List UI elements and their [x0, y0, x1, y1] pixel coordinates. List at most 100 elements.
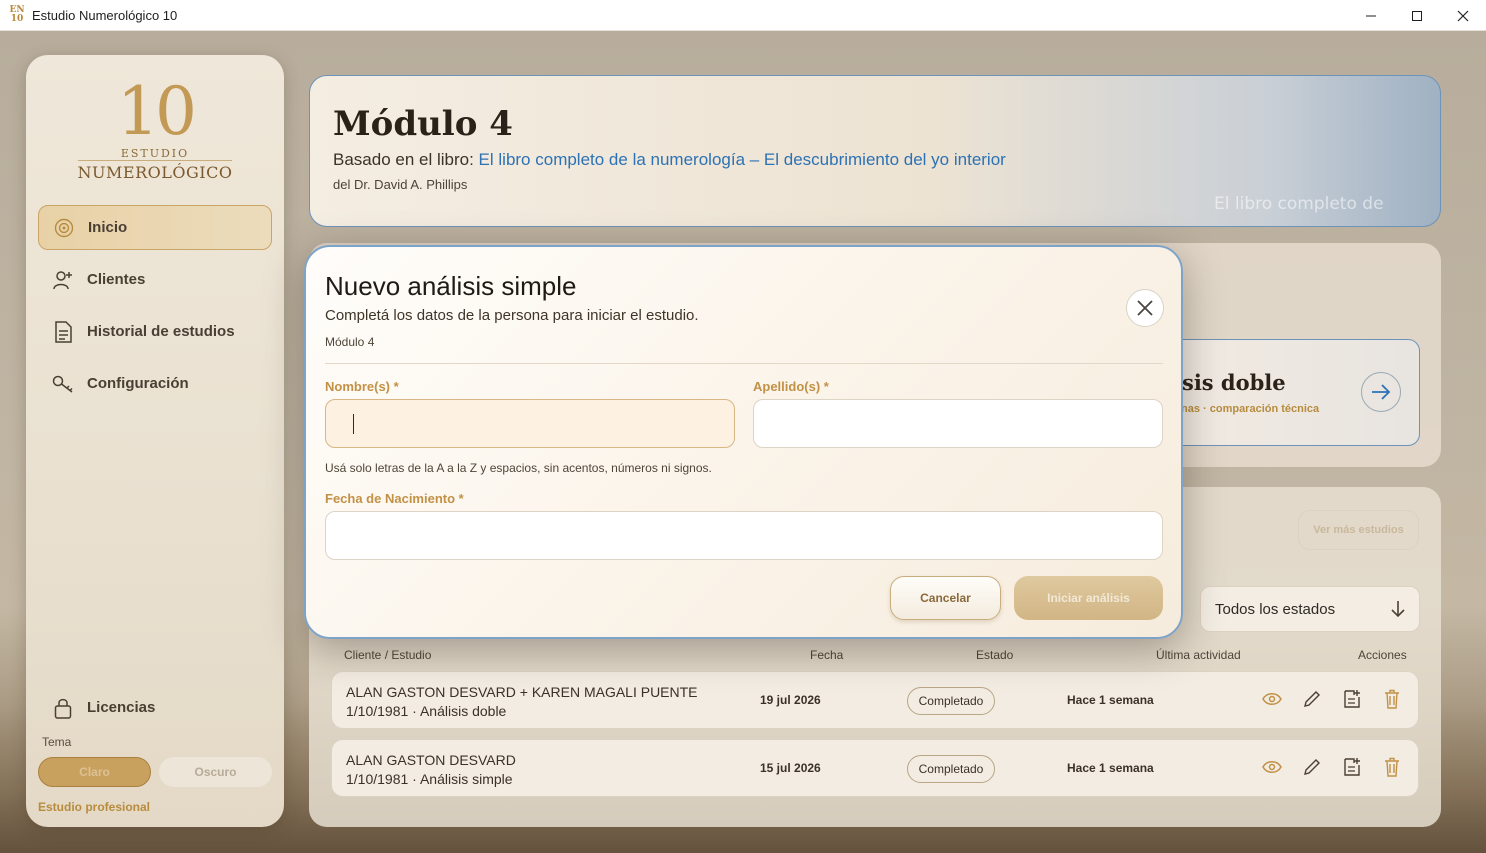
start-analysis-button[interactable]: Iniciar análisis: [1014, 576, 1163, 620]
row-detail: 1/10/1981 · Análisis simple: [346, 771, 513, 787]
sidebar-item-label: Licencias: [87, 699, 156, 716]
dialog-module: Módulo 4: [325, 335, 375, 349]
sidebar-item-configuracion[interactable]: Configuración: [38, 361, 272, 406]
maximize-button[interactable]: [1394, 0, 1440, 31]
edit-button[interactable]: [1292, 689, 1332, 709]
sidebar-item-licencias[interactable]: Licencias: [38, 685, 272, 730]
minimize-button[interactable]: [1348, 0, 1394, 31]
row-client: ALAN GASTON DESVARD + KAREN MAGALI PUENT…: [346, 684, 698, 700]
birth-date-input[interactable]: [325, 511, 1163, 560]
new-simple-analysis-dialog: Nuevo análisis simple Completá los datos…: [304, 245, 1183, 639]
see-more-studies-button[interactable]: Ver más estudios: [1298, 510, 1419, 550]
status-badge: Completado: [907, 755, 995, 783]
row-date: 15 jul 2026: [760, 761, 821, 775]
export-button[interactable]: [1332, 757, 1372, 777]
row-detail: 1/10/1981 · Análisis doble: [346, 703, 507, 719]
dialog-title: Nuevo análisis simple: [325, 271, 577, 301]
row-activity: Hace 1 semana: [1067, 693, 1154, 707]
user-add-icon: [52, 269, 74, 291]
app-area: 10 ESTUDIO NUMEROLÓGICO Inicio Clientes: [0, 31, 1486, 853]
module-title: Módulo 4: [333, 104, 513, 144]
window-titlebar: EN 10 Estudio Numerológico 10: [0, 0, 1486, 31]
edit-button[interactable]: [1292, 757, 1332, 777]
home-target-icon: [53, 217, 75, 239]
view-button[interactable]: [1252, 757, 1292, 777]
theme-label: Tema: [42, 735, 72, 749]
minimize-icon: [1366, 15, 1376, 16]
close-icon: [1457, 10, 1469, 21]
module-book: Basado en el libro: El libro completo de…: [333, 150, 1006, 170]
table-row[interactable]: ALAN GASTON DESVARD 1/10/1981 · Análisis…: [331, 739, 1419, 797]
last-name-label: Apellido(s) *: [753, 379, 829, 394]
logo-line-2: NUMEROLÓGICO: [77, 160, 233, 182]
double-analysis-subtitle: nas · comparación técnica: [1181, 403, 1320, 415]
first-name-input[interactable]: [325, 399, 735, 448]
book-prefix: Basado en el libro:: [333, 150, 479, 169]
window-controls: [1348, 0, 1486, 31]
column-header: Fecha: [810, 648, 844, 662]
sidebar-item-historial[interactable]: Historial de estudios: [38, 309, 272, 354]
column-header: Cliente / Estudio: [344, 648, 432, 662]
last-name-input[interactable]: [753, 399, 1163, 448]
sidebar-item-label: Historial de estudios: [87, 323, 235, 340]
close-window-button[interactable]: [1440, 0, 1486, 31]
document-export-icon: [1344, 690, 1360, 708]
eye-icon: [1262, 693, 1282, 705]
delete-button[interactable]: [1372, 757, 1412, 777]
name-hint: Usá solo letras de la A a la Z y espacio…: [325, 461, 712, 475]
table-row[interactable]: ALAN GASTON DESVARD + KAREN MAGALI PUENT…: [331, 671, 1419, 729]
double-analysis-title: sis doble: [1182, 370, 1286, 395]
close-icon: [1137, 300, 1153, 316]
app-logo-icon: EN 10: [9, 5, 25, 24]
lock-icon: [52, 697, 74, 719]
status-filter-select[interactable]: Todos los estados: [1200, 586, 1420, 632]
cancel-button[interactable]: Cancelar: [890, 576, 1001, 620]
logo-line-1: ESTUDIO: [120, 147, 190, 160]
view-button[interactable]: [1252, 689, 1292, 709]
column-header: Acciones: [1358, 648, 1407, 662]
theme-light-button[interactable]: Claro: [38, 757, 151, 787]
arrow-down-icon: [1391, 600, 1405, 622]
birth-date-label: Fecha de Nacimiento *: [325, 491, 464, 506]
trash-icon: [1385, 689, 1399, 709]
book-link[interactable]: El libro completo de la numerología – El…: [479, 150, 1006, 169]
pencil-icon: [1304, 759, 1320, 775]
theme-dark-button[interactable]: Oscuro: [159, 757, 272, 787]
pencil-icon: [1304, 691, 1320, 707]
row-client: ALAN GASTON DESVARD: [346, 752, 516, 768]
row-actions: [1252, 757, 1412, 777]
dialog-close-button[interactable]: [1126, 289, 1164, 327]
row-date: 19 jul 2026: [760, 693, 821, 707]
sidebar-footer: Estudio profesional: [38, 800, 151, 814]
window-title: Estudio Numerológico 10: [32, 7, 178, 23]
sidebar-nav: Inicio Clientes Historial de estudios Co…: [38, 205, 272, 413]
arrow-right-icon[interactable]: [1361, 372, 1401, 412]
module-header: Módulo 4 Basado en el libro: El libro co…: [309, 75, 1441, 227]
export-button[interactable]: [1332, 689, 1372, 709]
column-header: Estado: [976, 648, 1014, 662]
delete-button[interactable]: [1372, 689, 1412, 709]
app-logo: 10 ESTUDIO NUMEROLÓGICO: [26, 77, 284, 183]
document-icon: [52, 320, 74, 343]
sidebar-item-inicio[interactable]: Inicio: [38, 205, 272, 250]
sidebar-item-label: Clientes: [87, 271, 146, 288]
row-actions: [1252, 689, 1412, 709]
row-activity: Hace 1 semana: [1067, 761, 1154, 775]
sidebar-item-label: Inicio: [88, 219, 128, 236]
sidebar-item-label: Configuración: [87, 375, 189, 392]
column-header: Última actividad: [1156, 648, 1241, 662]
licenses-nav: Licencias: [38, 685, 272, 737]
studies-table-header: Cliente / Estudio Fecha Estado Última ac…: [309, 648, 1441, 668]
first-name-label: Nombre(s) *: [325, 379, 399, 394]
eye-icon: [1262, 761, 1282, 773]
document-export-icon: [1344, 758, 1360, 776]
module-author: del Dr. David A. Phillips: [333, 177, 468, 192]
maximize-icon: [1412, 10, 1422, 21]
logo-number: 10: [117, 73, 197, 150]
text-caret: [353, 414, 354, 434]
sidebar-item-clientes[interactable]: Clientes: [38, 257, 272, 302]
status-filter-value: Todos los estados: [1215, 600, 1336, 618]
key-icon: [52, 373, 74, 395]
status-badge: Completado: [907, 687, 995, 715]
dialog-subtitle: Completá los datos de la persona para in…: [325, 307, 699, 324]
